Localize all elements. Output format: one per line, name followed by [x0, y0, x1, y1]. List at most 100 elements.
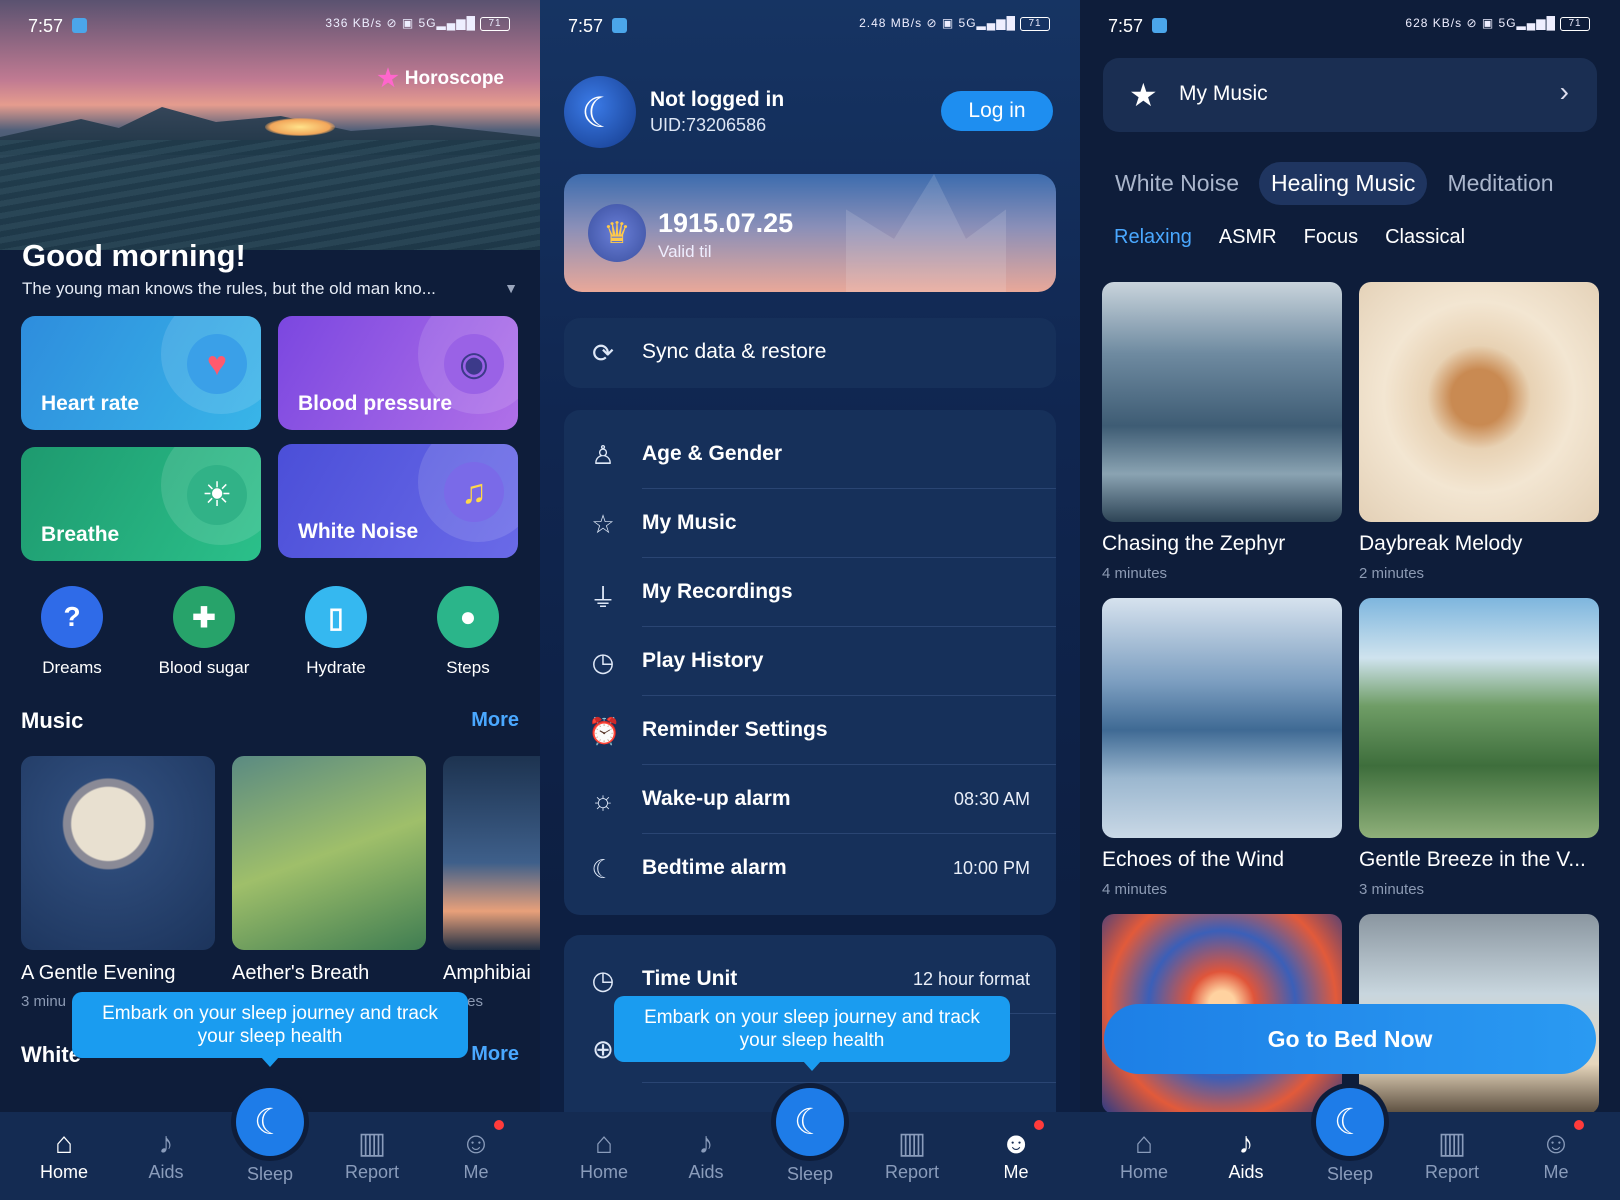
breathe-card[interactable]: ☀ Breathe	[21, 447, 261, 561]
time-unit-value: 12 hour format	[912, 969, 1030, 989]
go-to-bed-button[interactable]: Go to Bed Now	[1104, 1004, 1596, 1074]
white-noise-more-link[interactable]: More	[471, 1043, 519, 1066]
status-time: 7:57	[1108, 16, 1144, 36]
row-label: Bedtime alarm	[642, 856, 787, 879]
row-label: My Recordings	[642, 580, 793, 603]
nav-home[interactable]: ⌂ Home	[1104, 1126, 1184, 1183]
heart-pulse-icon: ♥	[187, 334, 247, 394]
music-note-icon: ♪	[158, 1127, 174, 1160]
music-card[interactable]: Chasing the Zephyr 4 minutes	[1102, 282, 1342, 582]
tool-steps[interactable]: ● Steps	[418, 586, 518, 678]
alarm-clock-icon: ⏰	[588, 716, 621, 746]
music-duration: 4 minutes	[1102, 565, 1168, 582]
nav-me[interactable]: ☺ Me	[1516, 1126, 1596, 1183]
white-noise-card[interactable]: ♫ White Noise	[278, 444, 518, 558]
music-card[interactable]: Aether's Breath	[232, 756, 426, 985]
music-title: Amphibiai	[443, 962, 531, 984]
music-duration: 4 minutes	[1102, 881, 1168, 898]
menu-my-recordings[interactable]: ⏚ My Recordings	[564, 558, 1056, 627]
nav-aids[interactable]: ♪ Aids	[126, 1126, 206, 1183]
menu-reminder-settings[interactable]: ⏰ Reminder Settings	[564, 696, 1056, 765]
home-icon: ⌂	[1134, 1127, 1154, 1160]
tool-dreams[interactable]: ? Dreams	[22, 586, 122, 678]
music-card[interactable]: Gentle Breeze in the V... 3 minutes	[1359, 598, 1599, 898]
vip-date: 1915.07.25	[658, 208, 794, 238]
music-card[interactable]: Echoes of the Wind 4 minutes	[1102, 598, 1342, 898]
subtab-focus[interactable]: Focus	[1304, 226, 1358, 249]
vip-card[interactable]: ♛ 1915.07.25 Valid til	[564, 174, 1056, 292]
nav-label: Aids	[148, 1162, 184, 1182]
music-card[interactable]: Daybreak Melody 2 minutes	[1359, 282, 1599, 582]
sync-icon: ⟳	[592, 338, 614, 368]
chevron-down-icon[interactable]: ▼	[504, 280, 518, 296]
tab-white-noise[interactable]: White Noise	[1103, 162, 1251, 205]
bar-chart-icon: ▥	[1437, 1127, 1467, 1160]
moon-icon: ☾	[581, 88, 619, 136]
meadow-thumbnail	[1359, 598, 1599, 838]
nav-report[interactable]: ▥ Report	[872, 1126, 952, 1183]
blood-pressure-card[interactable]: ◉ Blood pressure	[278, 316, 518, 430]
sleep-button[interactable]: ☾	[1316, 1088, 1384, 1156]
tool-blood-sugar[interactable]: ✚ Blood sugar	[154, 586, 254, 678]
sleep-button[interactable]: ☾	[236, 1088, 304, 1156]
nav-home[interactable]: ⌂ Home	[564, 1126, 644, 1183]
status-time: 7:57	[568, 16, 604, 36]
menu-bedtime-alarm[interactable]: ☾ Bedtime alarm 10:00 PM	[564, 834, 1056, 903]
music-duration: 3 minutes	[1359, 881, 1425, 898]
wake-time-value: 08:30 AM	[953, 789, 1030, 809]
nav-me[interactable]: ☺ Me	[436, 1126, 516, 1183]
nav-home[interactable]: ⌂ Home	[24, 1126, 104, 1183]
greeting-title: Good morning!	[22, 238, 246, 273]
nav-report[interactable]: ▥ Report	[332, 1126, 412, 1183]
subtab-classical[interactable]: Classical	[1385, 226, 1465, 249]
horoscope-button[interactable]: ★ Horoscope	[377, 64, 504, 93]
menu-play-history[interactable]: ◷ Play History	[564, 627, 1056, 696]
nav-aids[interactable]: ♪ Aids	[1206, 1126, 1286, 1183]
daily-quote[interactable]: The young man knows the rules, but the o…	[22, 279, 482, 299]
nav-label: Home	[1119, 1162, 1168, 1182]
mountain-lake-thumbnail	[1102, 598, 1342, 838]
menu-wake-up-alarm[interactable]: ☼ Wake-up alarm 08:30 AM	[564, 765, 1056, 834]
menu-age-gender[interactable]: ♙ Age & Gender	[564, 420, 1056, 489]
bar-chart-icon: ▥	[897, 1127, 927, 1160]
sync-restore-row[interactable]: ⟳ Sync data & restore	[564, 318, 1056, 387]
row-label: Reminder Settings	[642, 718, 828, 741]
subtab-asmr[interactable]: ASMR	[1219, 226, 1277, 249]
bedtime-value: 10:00 PM	[952, 858, 1030, 878]
clock-icon: ◷	[591, 647, 615, 677]
tool-label: Blood sugar	[158, 658, 250, 677]
login-button[interactable]: Log in	[941, 91, 1053, 131]
bar-chart-icon: ▥	[357, 1127, 387, 1160]
sleep-button[interactable]: ☾	[776, 1088, 844, 1156]
water-glass-icon: ▯	[305, 586, 367, 648]
tab-healing-music[interactable]: Healing Music	[1258, 162, 1428, 205]
heart-rate-card[interactable]: ♥ Heart rate	[21, 316, 261, 430]
menu-my-music[interactable]: ☆ My Music	[564, 489, 1056, 558]
music-card[interactable]: Amphibiaiinutes	[443, 756, 540, 1010]
nav-me[interactable]: ☻ Me	[976, 1126, 1056, 1183]
music-more-link[interactable]: More	[471, 709, 519, 732]
sleep-tooltip[interactable]: Embark on your sleep journey and track y…	[614, 996, 1010, 1071]
nav-label: Me	[1003, 1162, 1029, 1182]
subtab-relaxing[interactable]: Relaxing	[1114, 226, 1192, 249]
music-card[interactable]: A Gentle Evening 3 minu	[21, 756, 215, 1010]
nav-aids[interactable]: ♪ Aids	[666, 1126, 746, 1183]
avatar[interactable]: ☾	[564, 76, 636, 148]
star-icon: ★	[1129, 77, 1158, 113]
sleep-tooltip[interactable]: Embark on your sleep journey and track y…	[72, 992, 468, 1067]
chevron-right-icon: ›	[1559, 76, 1569, 107]
bottom-nav: ⌂ Home ♪ Aids ☾ Sleep ▥ Report ☻ Me	[540, 1088, 1080, 1200]
tool-hydrate[interactable]: ▯ Hydrate	[286, 586, 386, 678]
tab-meditation[interactable]: Meditation	[1435, 162, 1565, 205]
horoscope-label: Horoscope	[404, 67, 504, 89]
notification-dot	[1034, 1120, 1044, 1130]
nav-label: Aids	[1228, 1162, 1264, 1182]
aids-screen: 7:57 628 KB/s ⊘ ▣ 5G▂▄▆█ 71 ★ My Music › …	[1080, 0, 1620, 1200]
nav-report[interactable]: ▥ Report	[1412, 1126, 1492, 1183]
footprint-icon: ●	[437, 586, 499, 648]
nav-label: Report	[1424, 1162, 1480, 1182]
net-speed: 336 KB/s	[325, 16, 383, 30]
my-music-banner[interactable]: ★ My Music ›	[1103, 58, 1597, 132]
row-label: Sync data & restore	[642, 340, 827, 363]
row-label: Age & Gender	[642, 442, 783, 465]
